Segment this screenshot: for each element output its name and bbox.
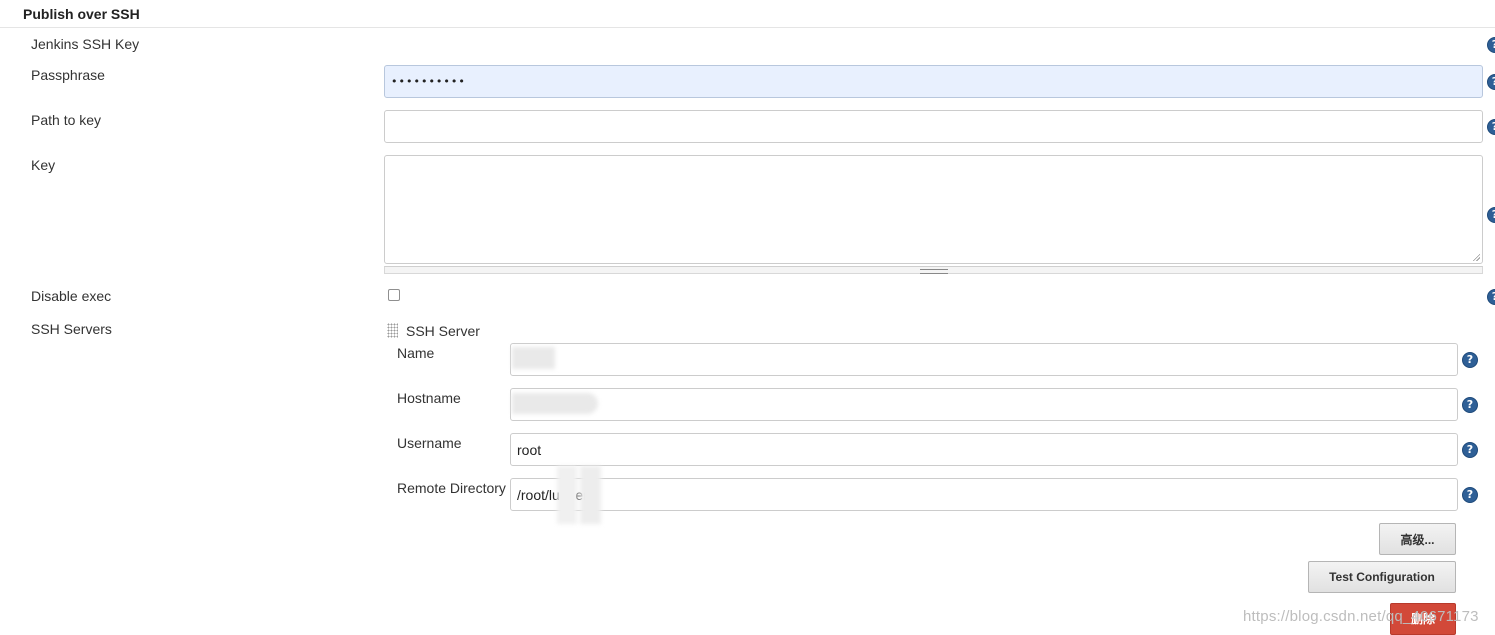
help-icon[interactable]: ? xyxy=(1462,487,1478,503)
help-icon[interactable]: ? xyxy=(1487,37,1495,53)
path-to-key-input[interactable] xyxy=(384,110,1483,143)
hostname-label: Hostname xyxy=(397,390,461,406)
passphrase-value: •••••••••• xyxy=(391,75,466,88)
redacted-hostname xyxy=(512,393,598,414)
grip-lines-icon xyxy=(920,269,948,274)
passphrase-label: Passphrase xyxy=(31,67,105,83)
path-to-key-label: Path to key xyxy=(31,112,102,128)
username-input[interactable]: root xyxy=(510,433,1458,466)
ssh-server-title: SSH Server xyxy=(406,323,480,339)
server-name-label: Name xyxy=(397,345,435,361)
help-icon[interactable]: ? xyxy=(1462,397,1478,413)
help-icon[interactable]: ? xyxy=(1487,207,1495,223)
textarea-resize-grip[interactable] xyxy=(384,266,1483,274)
passphrase-input[interactable]: •••••••••• xyxy=(384,65,1483,98)
help-icon[interactable]: ? xyxy=(1462,352,1478,368)
redacted-directory-part xyxy=(580,466,601,524)
username-label: Username xyxy=(397,435,462,451)
help-icon[interactable]: ? xyxy=(1487,289,1495,305)
help-icon[interactable]: ? xyxy=(1487,74,1495,90)
disable-exec-label: Disable exec xyxy=(31,288,112,304)
disable-exec-checkbox[interactable] xyxy=(388,289,400,301)
ssh-servers-label: SSH Servers xyxy=(31,321,112,337)
remote-directory-value: /root/lu er xyxy=(517,486,588,503)
help-icon[interactable]: ? xyxy=(1462,442,1478,458)
hostname-input[interactable] xyxy=(510,388,1458,421)
remote-directory-input[interactable]: /root/lu er xyxy=(510,478,1458,511)
jenkins-ssh-key-label: Jenkins SSH Key xyxy=(31,36,140,52)
publish-over-ssh-panel: Publish over SSH Jenkins SSH Key ? Passp… xyxy=(0,0,1495,635)
advanced-button[interactable]: 高级... xyxy=(1379,523,1456,555)
server-name-input[interactable] xyxy=(510,343,1458,376)
remote-directory-label: Remote Directory xyxy=(397,480,506,496)
test-configuration-button[interactable]: Test Configuration xyxy=(1308,561,1456,593)
watermark: https://blog.csdn.net/qq_40671173 xyxy=(1243,608,1479,625)
help-icon[interactable]: ? xyxy=(1487,119,1495,135)
section-divider xyxy=(0,27,1495,28)
key-label: Key xyxy=(31,157,56,173)
key-textarea[interactable] xyxy=(384,155,1483,264)
username-value: root xyxy=(517,441,542,458)
redacted-name xyxy=(512,347,555,369)
drag-handle-icon[interactable] xyxy=(387,323,398,338)
section-title: Publish over SSH xyxy=(23,6,140,22)
resize-corner-icon[interactable] xyxy=(1472,253,1480,261)
redacted-directory-part xyxy=(557,466,577,524)
